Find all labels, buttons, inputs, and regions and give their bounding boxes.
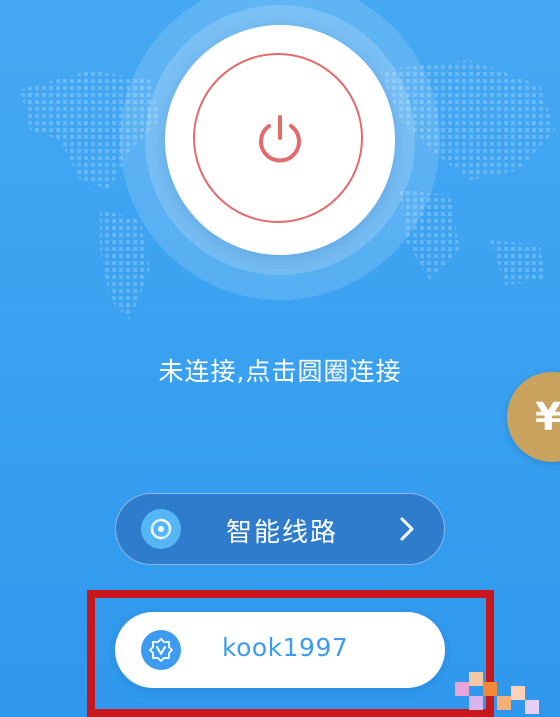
power-icon [259, 115, 301, 163]
connect-power-button[interactable] [165, 25, 395, 255]
vpn-home-screen: 未连接,点击圆圈连接 ¥ 智能线路 kook1997 [0, 0, 560, 717]
yuan-icon: ¥ [535, 395, 560, 439]
route-swirl-icon [150, 518, 172, 540]
watermark-mosaic [455, 672, 539, 714]
smart-route-button[interactable]: 智能线路 [115, 493, 445, 565]
highlight-annotation-box [87, 590, 494, 717]
chevron-right-icon [400, 517, 414, 541]
connection-status-text: 未连接,点击圆圈连接 [158, 357, 402, 386]
route-label: 智能线路 [226, 518, 339, 548]
route-icon-circle [141, 509, 181, 549]
